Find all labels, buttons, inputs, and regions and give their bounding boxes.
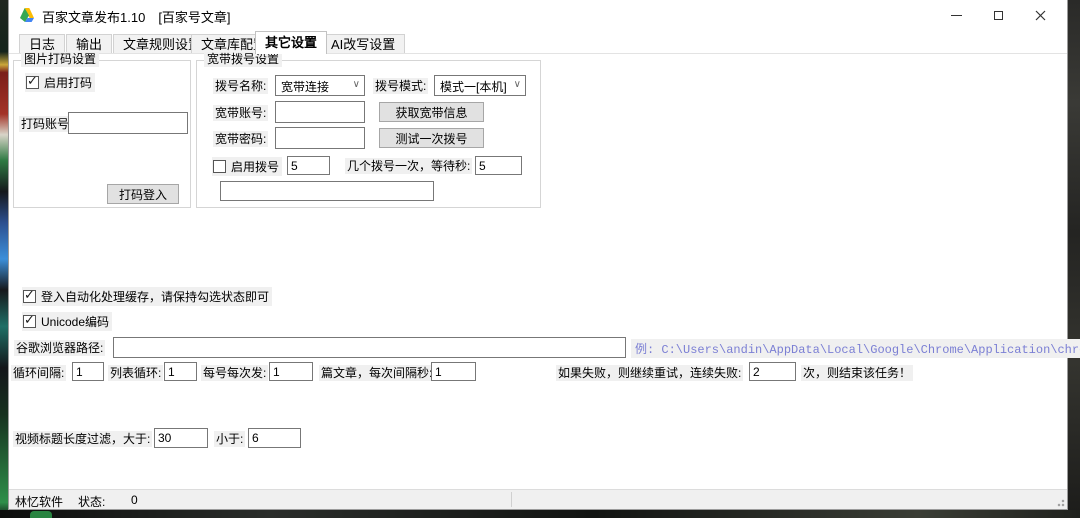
desktop-background: 百家文章发布1.10 [百家号文章] 日志 输出 文章规则设置 文章库配置 其它设… — [0, 0, 1080, 518]
chrome-path-input[interactable] — [113, 337, 626, 358]
broadband-account-input[interactable] — [275, 101, 365, 123]
broadband-password-label: 宽带密码: — [213, 131, 268, 147]
fail-retry-label: 如果失败，则继续重试，连续失败: — [556, 365, 743, 381]
captcha-account-label: 打码账号: — [19, 116, 74, 132]
chevron-down-icon: ∨ — [353, 79, 360, 90]
dial-wait-label: 几个拨号一次，等待秒: — [345, 158, 472, 174]
chevron-down-icon: ∨ — [514, 79, 521, 90]
get-broadband-info-button[interactable]: 获取宽带信息 — [379, 102, 484, 122]
tab-log[interactable]: 日志 — [19, 34, 65, 54]
tab-other-settings[interactable]: 其它设置 — [255, 31, 327, 54]
test-dial-button[interactable]: 测试一次拨号 — [379, 128, 484, 148]
checkbox-label: 启用拨号 — [231, 158, 279, 175]
check-icon: ✓ — [24, 287, 35, 303]
checkbox-box — [213, 160, 226, 173]
chrome-path-hint: 例: C:\Users\andin\AppData\Local\Google\C… — [631, 339, 1080, 358]
tab-ai-rewrite[interactable]: AI改写设置 — [321, 34, 405, 54]
checkbox-box: ✓ — [26, 76, 39, 89]
window-title-main: 百家文章发布1.10 — [42, 10, 145, 25]
resize-grip[interactable] — [1055, 497, 1065, 507]
tab-label: 其它设置 — [265, 35, 317, 50]
status-divider — [511, 492, 512, 507]
dial-name-select[interactable]: 宽带连接 ∨ — [275, 75, 365, 96]
title-greater-input[interactable] — [154, 428, 208, 448]
tab-label: 日志 — [29, 37, 55, 52]
broadband-password-input[interactable] — [275, 127, 365, 149]
chrome-path-label: 谷歌浏览器路径: — [14, 340, 105, 356]
desktop-icon-fragment — [30, 511, 52, 518]
status-bar: 林忆软件 状态: 0 — [9, 489, 1067, 509]
close-button[interactable] — [1019, 0, 1061, 30]
dial-extra-input[interactable] — [220, 181, 434, 201]
brand-label: 林忆软件 — [15, 493, 63, 510]
broadband-account-label: 宽带账号: — [213, 105, 268, 121]
title-less-input[interactable] — [248, 428, 301, 448]
maximize-icon — [994, 11, 1003, 20]
enable-captcha-checkbox[interactable]: ✓ 启用打码 — [25, 73, 95, 92]
dial-group-title: 宽带拨号设置 — [204, 52, 282, 67]
fail-suffix-label: 次，则结束该任务！ — [801, 365, 913, 381]
checkbox-label: Unicode编码 — [41, 313, 109, 330]
window-controls — [935, 0, 1061, 30]
tab-label: AI改写设置 — [331, 37, 395, 52]
captcha-group-title: 图片打码设置 — [21, 52, 99, 67]
close-icon — [1035, 10, 1046, 21]
captcha-account-input[interactable] — [68, 112, 188, 134]
loop-interval-input[interactable] — [72, 362, 104, 381]
cache-checkbox[interactable]: ✓ 登入自动化处理缓存，请保持勾选状态即可 — [22, 287, 272, 306]
status-label: 状态: — [78, 493, 105, 510]
app-icon — [19, 7, 35, 23]
tab-strip: 日志 输出 文章规则设置 文章库配置 其它设置 AI改写设置 — [9, 31, 1067, 54]
checkbox-label: 启用打码 — [44, 74, 92, 91]
minimize-button[interactable] — [935, 0, 977, 30]
captcha-settings-group: 图片打码设置 ✓ 启用打码 打码账号: 打码登入 — [13, 60, 191, 208]
dial-mode-select[interactable]: 模式一[本机] ∨ — [434, 75, 526, 96]
app-window: 百家文章发布1.10 [百家号文章] 日志 输出 文章规则设置 文章库配置 其它设… — [8, 0, 1068, 510]
dial-count-input[interactable] — [287, 156, 330, 175]
title-bar[interactable]: 百家文章发布1.10 [百家号文章] — [9, 0, 1067, 30]
window-title-sub: [百家号文章] — [158, 10, 230, 25]
minimize-icon — [951, 15, 962, 16]
captcha-login-button[interactable]: 打码登入 — [107, 184, 179, 204]
desktop-bottom-strip — [0, 510, 1080, 518]
desktop-right-strip — [1068, 0, 1080, 518]
tab-output[interactable]: 输出 — [66, 34, 112, 54]
post-interval-input[interactable] — [431, 362, 476, 381]
title-less-label: 小于: — [214, 431, 245, 447]
fail-count-input[interactable] — [749, 362, 796, 381]
dial-name-value: 宽带连接 — [281, 80, 329, 94]
loop-interval-label: 循环间隔: — [11, 365, 66, 381]
dial-mode-label: 拨号模式: — [373, 78, 428, 94]
check-icon: ✓ — [24, 312, 35, 328]
title-filter-label: 视频标题长度过滤，大于: — [13, 431, 152, 447]
tab-label: 文章规则设置 — [123, 37, 201, 52]
list-loop-input[interactable] — [164, 362, 197, 381]
window-title: 百家文章发布1.10 [百家号文章] — [42, 7, 231, 26]
dial-wait-input[interactable] — [475, 156, 522, 175]
enable-dial-checkbox[interactable]: 启用拨号 — [212, 157, 282, 176]
desktop-left-strip — [0, 0, 8, 518]
tab-label: 输出 — [76, 37, 102, 52]
post-interval-label: 篇文章，每次间隔秒: — [319, 365, 434, 381]
per-post-input[interactable] — [269, 362, 313, 381]
checkbox-box: ✓ — [23, 315, 36, 328]
status-value: 0 — [131, 493, 138, 507]
check-icon: ✓ — [27, 73, 38, 89]
checkbox-label: 登入自动化处理缓存，请保持勾选状态即可 — [41, 288, 269, 305]
dial-settings-group: 宽带拨号设置 拨号名称: 宽带连接 ∨ 拨号模式: 模式一[本机] ∨ 宽带账号… — [196, 60, 541, 208]
list-loop-label: 列表循环: — [108, 365, 163, 381]
dial-name-label: 拨号名称: — [213, 78, 268, 94]
checkbox-box: ✓ — [23, 290, 36, 303]
per-post-label: 每号每次发: — [201, 365, 268, 381]
maximize-button[interactable] — [977, 0, 1019, 30]
unicode-checkbox[interactable]: ✓ Unicode编码 — [22, 312, 112, 331]
dial-mode-value: 模式一[本机] — [440, 80, 507, 94]
